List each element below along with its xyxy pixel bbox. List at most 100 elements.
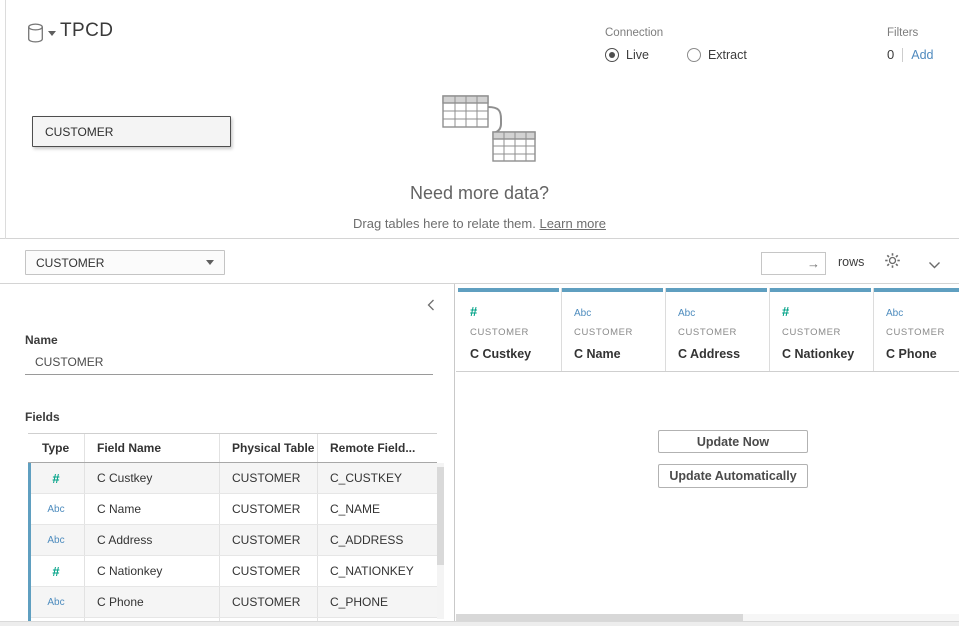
string-type-icon: Abc bbox=[28, 494, 85, 524]
connection-label: Connection bbox=[605, 27, 747, 39]
learn-more-link[interactable]: Learn more bbox=[539, 216, 605, 231]
fields-vertical-scrollbar[interactable] bbox=[437, 463, 444, 619]
fields-label: Fields bbox=[25, 410, 60, 424]
grid-column-header[interactable]: Abc CUSTOMER C Address bbox=[666, 288, 770, 371]
fields-table-body: #C CustkeyCUSTOMERC_CUSTKEYAbcC NameCUST… bbox=[28, 463, 437, 618]
column-accent-bar bbox=[770, 288, 871, 292]
number-type-icon: # bbox=[28, 463, 85, 493]
number-type-icon: # bbox=[470, 303, 561, 321]
column-field-label: C Custkey bbox=[470, 347, 561, 361]
rows-count-input[interactable]: → bbox=[761, 252, 826, 275]
empty-state-title: Need more data? bbox=[0, 183, 959, 204]
grid-header-row: # CUSTOMER C Custkey Abc CUSTOMER C Name Abc CU… bbox=[456, 288, 959, 372]
number-type-icon: # bbox=[28, 556, 85, 586]
connection-extract-radio[interactable]: Extract bbox=[687, 48, 747, 62]
string-type-icon: Abc bbox=[28, 525, 85, 555]
remote-field-cell: C_NATIONKEY bbox=[318, 556, 437, 586]
filters-count: 0 bbox=[887, 47, 894, 62]
column-table-label: CUSTOMER bbox=[574, 327, 665, 338]
filters-divider bbox=[902, 48, 903, 62]
radio-selected-icon[interactable] bbox=[605, 48, 619, 62]
radio-unselected-icon[interactable] bbox=[687, 48, 701, 62]
string-type-icon: Abc bbox=[28, 587, 85, 617]
arrow-right-icon: → bbox=[807, 257, 820, 270]
table-icon bbox=[493, 132, 535, 161]
field-row[interactable]: AbcC NameCUSTOMERC_NAME bbox=[28, 494, 437, 525]
collapse-grid-button[interactable] bbox=[928, 257, 941, 275]
column-table-label: CUSTOMER bbox=[782, 327, 873, 338]
grid-column-header[interactable]: Abc CUSTOMER C Name bbox=[562, 288, 666, 371]
string-type-icon: Abc bbox=[678, 303, 769, 321]
string-type-icon: Abc bbox=[574, 303, 665, 321]
empty-state-subtitle: Drag tables here to relate them. Learn m… bbox=[0, 216, 959, 231]
table-details-panel: Name CUSTOMER Fields TypeField NamePhysi… bbox=[0, 284, 455, 626]
column-table-label: CUSTOMER bbox=[886, 327, 959, 338]
grid-horizontal-scrollbar[interactable] bbox=[456, 614, 959, 621]
grid-column-header[interactable]: # CUSTOMER C Nationkey bbox=[770, 288, 874, 371]
table-name-input[interactable]: CUSTOMER bbox=[25, 350, 433, 375]
bottom-window-strip bbox=[0, 621, 959, 626]
physical-table-cell: CUSTOMER bbox=[220, 556, 318, 586]
database-caret-icon bbox=[48, 31, 56, 36]
field-name-cell: C Custkey bbox=[85, 463, 220, 493]
fields-column-header[interactable]: Type bbox=[28, 434, 85, 462]
field-row[interactable]: AbcC PhoneCUSTOMERC_PHONE bbox=[28, 587, 437, 618]
field-row[interactable]: AbcC AddressCUSTOMERC_ADDRESS bbox=[28, 525, 437, 556]
datasource-title: TPCD bbox=[60, 20, 113, 42]
column-field-label: C Phone bbox=[886, 347, 959, 361]
column-table-label: CUSTOMER bbox=[470, 327, 561, 338]
update-now-button[interactable]: Update Now bbox=[658, 430, 808, 453]
column-accent-bar bbox=[874, 288, 959, 292]
fields-table: TypeField NamePhysical TableRemote Field… bbox=[28, 433, 437, 626]
chevron-left-icon bbox=[426, 298, 436, 312]
field-name-cell: C Address bbox=[85, 525, 220, 555]
field-row[interactable]: #C CustkeyCUSTOMERC_CUSTKEY bbox=[28, 463, 437, 494]
chevron-down-icon bbox=[206, 260, 214, 265]
column-field-label: C Name bbox=[574, 347, 665, 361]
rows-label: rows bbox=[838, 255, 864, 269]
grid-column-header[interactable]: Abc CUSTOMER C Phone bbox=[874, 288, 959, 371]
filters-add-link[interactable]: Add bbox=[911, 48, 933, 62]
field-row[interactable]: #C NationkeyCUSTOMERC_NATIONKEY bbox=[28, 556, 437, 587]
table-icon bbox=[443, 96, 488, 127]
number-type-icon: # bbox=[782, 303, 873, 321]
physical-table-cell: CUSTOMER bbox=[220, 525, 318, 555]
column-field-label: C Nationkey bbox=[782, 347, 873, 361]
field-name-cell: C Phone bbox=[85, 587, 220, 617]
remote-field-cell: C_CUSTKEY bbox=[318, 463, 437, 493]
relate-tables-illustration bbox=[438, 94, 544, 164]
fields-column-header[interactable]: Physical Table bbox=[220, 434, 318, 462]
column-accent-bar bbox=[562, 288, 663, 292]
datasource-menu-button[interactable] bbox=[27, 23, 56, 43]
remote-field-cell: C_NAME bbox=[318, 494, 437, 524]
data-grid-panel: # CUSTOMER C Custkey Abc CUSTOMER C Name Abc CU… bbox=[456, 284, 959, 626]
filters-section: Filters 0 Add bbox=[887, 27, 933, 62]
grid-columns: # CUSTOMER C Custkey Abc CUSTOMER C Name Abc CU… bbox=[458, 288, 959, 371]
remote-field-cell: C_PHONE bbox=[318, 587, 437, 617]
fields-column-header[interactable]: Remote Field... bbox=[318, 434, 437, 462]
name-label: Name bbox=[25, 333, 58, 347]
fields-table-header: TypeField NamePhysical TableRemote Field… bbox=[28, 433, 437, 463]
relationship-canvas: TPCD Connection Live Extract Filters 0 A… bbox=[0, 0, 959, 239]
logical-table-customer[interactable]: CUSTOMER bbox=[32, 116, 231, 147]
collapse-panel-button[interactable] bbox=[426, 298, 436, 317]
scrollbar-thumb[interactable] bbox=[437, 467, 444, 565]
chevron-down-icon bbox=[928, 261, 941, 270]
column-field-label: C Address bbox=[678, 347, 769, 361]
physical-table-cell: CUSTOMER bbox=[220, 587, 318, 617]
fields-column-header[interactable]: Field Name bbox=[85, 434, 220, 462]
column-accent-bar bbox=[458, 288, 559, 292]
table-toolbar: CUSTOMER → rows bbox=[0, 239, 959, 284]
settings-button[interactable] bbox=[884, 252, 901, 274]
column-table-label: CUSTOMER bbox=[678, 327, 769, 338]
filters-label: Filters bbox=[887, 27, 933, 39]
grid-column-header[interactable]: # CUSTOMER C Custkey bbox=[458, 288, 562, 371]
table-selector-dropdown[interactable]: CUSTOMER bbox=[25, 250, 225, 275]
string-type-icon: Abc bbox=[886, 303, 959, 321]
physical-table-cell: CUSTOMER bbox=[220, 463, 318, 493]
column-accent-bar bbox=[666, 288, 767, 292]
connection-live-radio[interactable]: Live bbox=[605, 48, 649, 62]
update-automatically-button[interactable]: Update Automatically bbox=[658, 464, 808, 488]
physical-table-cell: CUSTOMER bbox=[220, 494, 318, 524]
scrollbar-thumb[interactable] bbox=[456, 614, 743, 621]
